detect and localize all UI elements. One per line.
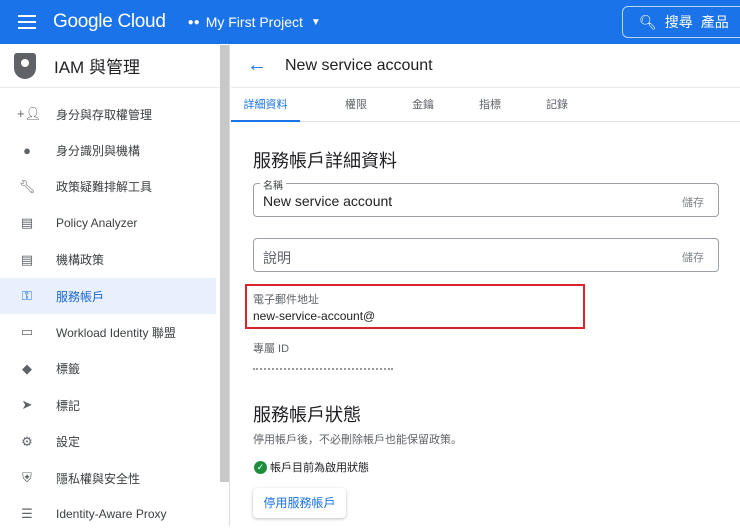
sidebar-item-label: Policy Analyzer [56,216,138,231]
account-circle-icon: ● [23,142,31,158]
sidebar-item-label: 標籤 [56,362,81,377]
iam-shield-icon [14,52,36,79]
tag-icon: ◆ [22,360,32,376]
unique-id-label: 專屬 ID [253,343,290,355]
tab-metrics[interactable]: 指標 [479,88,501,122]
status-description: 停用帳戶後，不必刪除帳戶也能保留政策。 [253,434,462,446]
project-icon: ●● [187,16,200,28]
search-scope: 產品 [700,14,729,30]
person-add-icon: +👤︎ [17,106,42,121]
name-field[interactable]: 名稱 New service account 儲存 [253,177,719,217]
shield-icon: ⛨ [22,470,32,485]
description-field[interactable]: 說明 儲存 [253,238,719,272]
sidebar-item[interactable]: ◆ 標籤 [0,351,216,387]
email-value: new-service-account@ [253,309,376,323]
email-label: 電子郵件地址 [253,294,319,306]
page-header: ← New service account [231,44,740,88]
tab-logs[interactable]: 記錄 [546,88,568,122]
status-indicator: ✓ 帳戶目前為啟用狀態 [254,459,369,475]
unique-id-redacted [253,368,393,370]
menu-icon[interactable] [18,15,36,29]
check-circle-icon: ✓ [254,460,267,474]
sidebar-item-label: Identity-Aware Proxy [56,507,167,522]
tab-keys[interactable]: 金鑰 [412,88,434,122]
description-save-button[interactable]: 儲存 [682,249,704,265]
top-bar: Google Cloud ●● My First Project ▼ 🔍︎ 搜尋… [0,0,740,44]
tab-bar: 詳細資料 權限 金鑰 指標 記錄 [231,88,740,122]
status-text: 帳戶目前為啟用狀態 [270,462,369,474]
search-box[interactable]: 🔍︎ 搜尋 產品 [622,6,740,38]
sidebar-item[interactable]: ⚿ 服務帳戶 [0,278,216,314]
page-title: New service account [285,56,433,74]
sidebar-item-label: 身分識別與機構 [56,143,141,158]
project-selector[interactable]: ●● My First Project ▼ [188,14,321,30]
sidebar-item[interactable]: ▤ Policy Analyzer [0,205,216,241]
sidebar-item[interactable]: ➤ 標記 [0,387,216,423]
sidebar-item-label: 隱私權與安全性 [56,471,141,486]
proxy-icon: ☰ [21,506,33,522]
service-account-icon: ⚿ [22,288,32,303]
label-icon: ➤ [21,397,33,413]
details-heading: 服務帳戶詳細資料 [253,151,397,171]
sidebar-item[interactable]: ⛨ 隱私權與安全性 [0,460,216,496]
description-placeholder: 說明 [263,250,291,266]
list-icon: ▤ [20,251,34,267]
gear-icon: ⚙ [21,433,33,449]
sidebar-title: IAM 與管理 [54,58,140,77]
sidebar-item-label: 身分與存取權管理 [56,107,153,122]
google-cloud-logo[interactable]: Google Cloud [53,11,166,33]
tab-details[interactable]: 詳細資料 [231,88,300,122]
name-save-button[interactable]: 儲存 [682,194,704,210]
sidebar-item[interactable]: ⚙ 設定 [0,424,216,460]
sidebar-header: IAM 與管理 [0,44,229,88]
sidebar-item-label: 標記 [56,398,81,413]
sidebar-item-label: 政策疑難排解工具 [56,180,153,195]
sidebar-item[interactable]: ☰ Identity-Aware Proxy [0,496,216,532]
sidebar-item-label: 服務帳戶 [56,289,105,304]
sidebar-item[interactable]: ▭ Workload Identity 聯盟 [0,314,216,350]
search-icon: 🔍︎ [639,13,657,30]
name-value: New service account [263,193,393,209]
sidebar-item-label: 設定 [56,435,81,450]
document-search-icon: ▤ [20,215,34,231]
sidebar-item[interactable]: ▤ 機構政策 [0,242,216,278]
sidebar-item-label: 機構政策 [56,253,105,268]
sidebar-item-label: Workload Identity 聯盟 [56,325,176,340]
sidebar-item[interactable]: ● 身分識別與機構 [0,132,216,168]
back-arrow-icon[interactable]: ← [247,54,267,77]
sidebar-scrollbar[interactable] [220,45,229,482]
disable-service-account-button[interactable]: 停用服務帳戶 [253,488,346,518]
search-label: 搜尋 [664,14,693,30]
tab-permissions[interactable]: 權限 [345,88,367,122]
name-label: 名稱 [260,177,286,192]
id-card-icon: ▭ [20,324,34,340]
sidebar-item[interactable]: 🔧︎ 政策疑難排解工具 [0,169,216,205]
chevron-down-icon: ▼ [310,16,321,28]
project-name: My First Project [205,14,303,30]
status-heading: 服務帳戶狀態 [253,405,361,425]
wrench-icon: 🔧︎ [18,178,36,194]
sidebar-item[interactable]: +👤︎ 身分與存取權管理 [0,96,216,132]
